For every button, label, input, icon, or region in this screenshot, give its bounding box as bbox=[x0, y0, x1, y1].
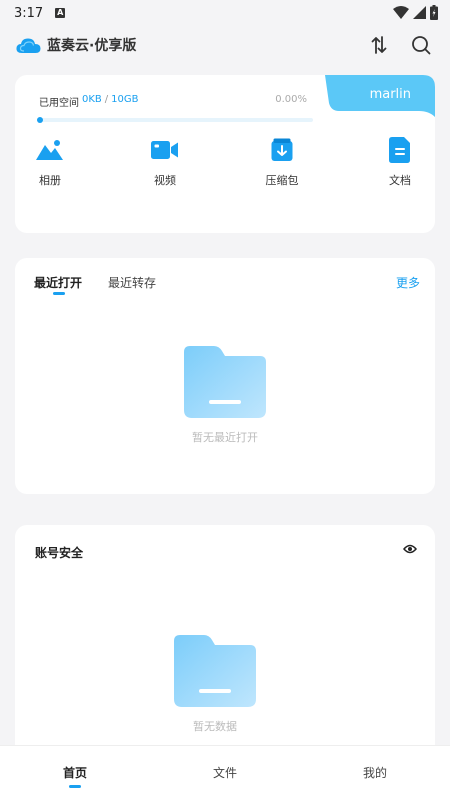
status-icons bbox=[393, 5, 438, 20]
nav-mine[interactable]: 我的 bbox=[335, 764, 415, 781]
recent-files-card: 最近打开 最近转存 更多 暂无最近打开 bbox=[15, 258, 435, 494]
category-label: 视频 bbox=[154, 174, 176, 187]
more-link[interactable]: 更多 bbox=[396, 274, 420, 291]
category-archives[interactable]: 压缩包 bbox=[252, 137, 312, 188]
empty-folder-icon bbox=[174, 635, 256, 707]
storage-total: 10GB bbox=[111, 94, 139, 105]
nav-home[interactable]: 首页 bbox=[35, 764, 115, 781]
battery-icon bbox=[430, 5, 438, 20]
transfer-arrows-icon bbox=[371, 36, 387, 54]
tab-recent-opened[interactable]: 最近打开 bbox=[34, 274, 82, 291]
photo-icon bbox=[36, 140, 63, 160]
empty-state-text: 暂无数据 bbox=[193, 720, 237, 733]
bottom-nav: 首页 文件 我的 bbox=[0, 745, 450, 801]
empty-folder-icon bbox=[184, 346, 266, 418]
empty-state-text: 暂无最近打开 bbox=[192, 431, 258, 444]
search-button[interactable] bbox=[410, 34, 432, 56]
transfer-button[interactable] bbox=[368, 34, 390, 56]
nav-files[interactable]: 文件 bbox=[185, 764, 265, 781]
storage-progress-bar bbox=[37, 117, 313, 123]
category-label: 相册 bbox=[39, 174, 61, 187]
storage-percent: 0.00% bbox=[275, 94, 307, 105]
wifi-icon bbox=[393, 5, 409, 19]
storage-card: marlin 已用空间 0KB / 10GB 0.00% 相册 视频 压缩包 文… bbox=[15, 75, 435, 233]
archive-icon bbox=[271, 138, 293, 161]
category-documents[interactable]: 文档 bbox=[370, 137, 430, 188]
storage-progress-fill bbox=[37, 117, 43, 123]
cellular-signal-icon bbox=[413, 6, 426, 19]
notification-badge-icon: A bbox=[55, 8, 66, 18]
storage-separator: / bbox=[104, 94, 109, 105]
cloud-logo-icon bbox=[16, 38, 41, 53]
tab-recent-saved[interactable]: 最近转存 bbox=[108, 274, 156, 291]
app-header: 蓝奏云·优享版 bbox=[0, 26, 450, 64]
category-videos[interactable]: 视频 bbox=[135, 137, 195, 188]
eye-icon[interactable] bbox=[403, 543, 417, 555]
search-icon bbox=[412, 36, 431, 55]
storage-usage-text: 已用空间 0KB / 10GB bbox=[39, 94, 139, 109]
user-name[interactable]: marlin bbox=[370, 87, 411, 102]
status-time: 3:17 bbox=[14, 5, 44, 21]
section-title: 账号安全 bbox=[35, 546, 84, 560]
nav-indicator bbox=[69, 785, 81, 788]
document-icon bbox=[389, 137, 410, 163]
app-title: 蓝奏云·优享版 bbox=[47, 38, 137, 54]
video-icon bbox=[151, 141, 178, 159]
category-label: 压缩包 bbox=[265, 174, 299, 187]
category-photos[interactable]: 相册 bbox=[20, 137, 80, 188]
category-label: 文档 bbox=[389, 174, 411, 187]
storage-label: 已用空间 bbox=[39, 98, 79, 109]
tab-indicator bbox=[53, 292, 65, 295]
storage-used: 0KB bbox=[82, 94, 102, 105]
status-bar: 3:17 A bbox=[0, 0, 450, 26]
